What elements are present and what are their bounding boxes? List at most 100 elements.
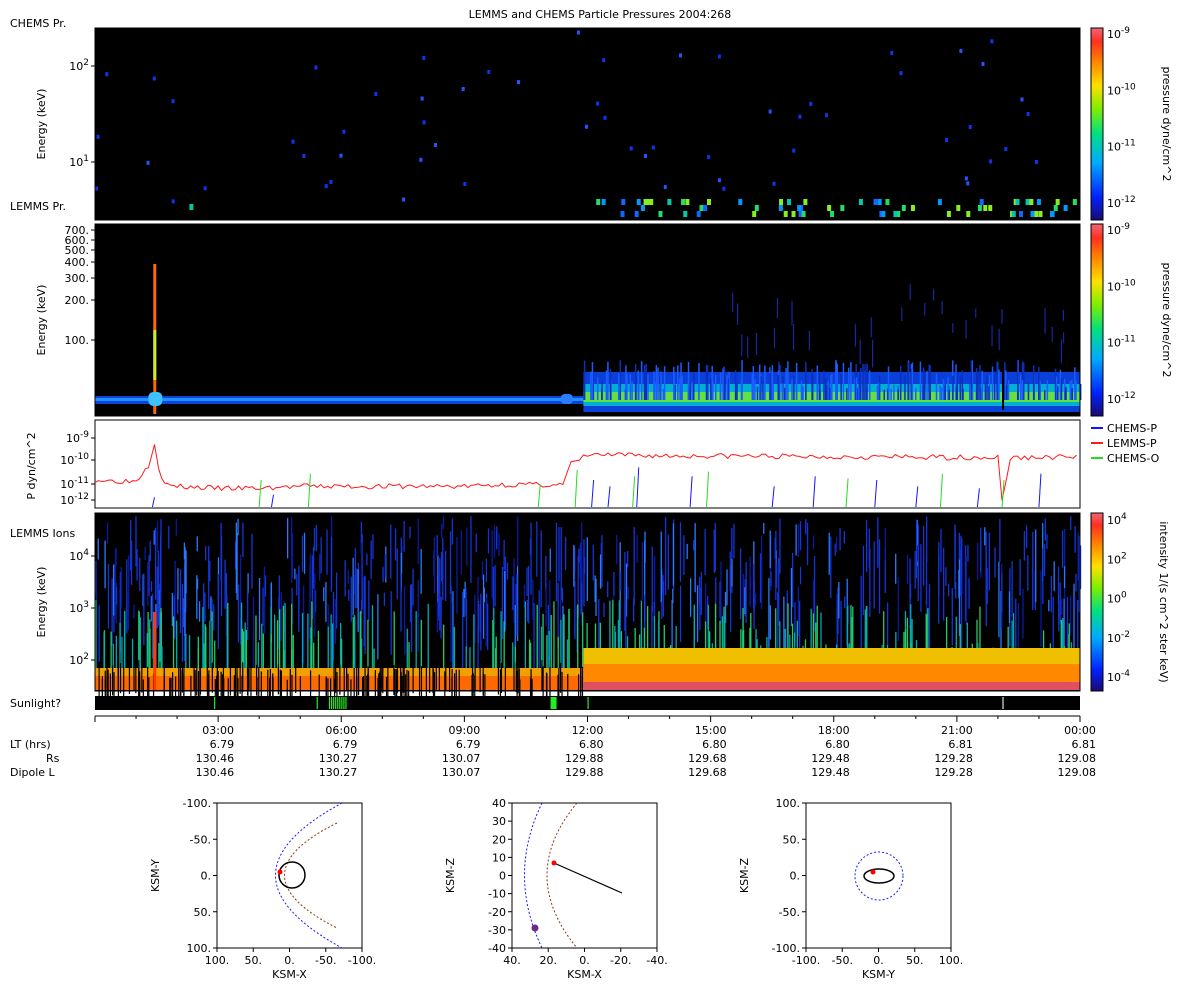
lemms-ions-streak: [366, 553, 368, 566]
chems-spectrogram-pixel: [651, 145, 655, 150]
rs-value: 129.88: [565, 752, 604, 765]
lemms-ions-streak: [251, 533, 253, 589]
chems-spectrogram-pixel: [964, 176, 968, 181]
lemms-ions-streak: [185, 550, 187, 594]
lemms-ions-streak: [984, 527, 986, 546]
lemms-ions-streak: [481, 561, 484, 581]
pressure-ytick-tick-label: 10-10: [60, 452, 89, 467]
lemms-pressure-streak: [948, 389, 951, 400]
lemms-pressure-streak: [924, 302, 926, 316]
chems-spectrogram-pixel: [679, 53, 683, 58]
chems-spectrogram-pixel: [601, 199, 606, 205]
lemms-ions-streak: [220, 522, 222, 582]
lemms-ions-streak: [530, 522, 532, 595]
chems-spectrogram-pixel: [203, 186, 207, 191]
lemms-ions-gap: [267, 669, 269, 700]
lt-value: 6.79: [456, 738, 481, 751]
lemms-pressure-streak: [736, 303, 739, 325]
chems-colorbar-tick: 10-9: [1107, 26, 1130, 41]
lemms-ions-gap: [558, 667, 560, 698]
chems-panel-label: CHEMS Pr.: [10, 17, 66, 30]
lemms-pressure-streak: [914, 388, 917, 400]
lemms-ions-streak: [558, 527, 560, 582]
lemms-pressure-ytick-tick-label: 400.: [65, 256, 90, 269]
chems-spectrogram-pixel: [803, 199, 808, 205]
lemms-pressure-streak: [864, 364, 866, 400]
lemms-ions-streak: [1001, 573, 1003, 613]
lemms-ions-streak: [311, 555, 313, 601]
chems-spectrogram-pixel: [646, 199, 651, 205]
lemms-ions-streak: [440, 596, 442, 639]
lemms-ions-streak: [599, 554, 602, 589]
lemms-ions-streak: [479, 603, 481, 632]
lemms-pressure-streak: [662, 388, 665, 400]
lemms-ions-streak: [928, 584, 931, 651]
lemms-ions-streak: [128, 555, 130, 609]
legend-entry: LEMMS-P: [1107, 437, 1157, 450]
lemms-ions-streak: [291, 532, 294, 578]
lemms-pressure-colorbar-ticks: 10-9 10-10 10-11 10-12: [1107, 222, 1136, 406]
lemms-ions-streak: [830, 536, 832, 598]
lemms-pressure-streak: [965, 319, 967, 339]
chems-spectrogram-pixel: [1072, 199, 1077, 205]
chems-spectrogram-pixel: [621, 199, 626, 205]
chems-spectrogram-pixel: [873, 199, 878, 205]
lemms-ions-streak: [797, 524, 800, 557]
lemms-pressure-streak: [726, 374, 728, 400]
lemms-ions-streak: [838, 582, 840, 619]
lemms-ions-streak: [410, 584, 413, 652]
chems-spectrogram-pixel: [787, 199, 792, 205]
chems-spectrogram-pixel: [1063, 205, 1068, 211]
lemms-pressure-streak: [741, 360, 743, 400]
lemms-pressure-streak: [991, 325, 993, 347]
lemms-ions-streak: [364, 575, 366, 654]
lemms-ions-gap: [147, 666, 149, 697]
lemms-ions-gap: [206, 661, 208, 692]
chems-spectrogram-pixel: [629, 146, 633, 151]
lemms-ions-streak: [133, 604, 135, 619]
sunlight-mark: [345, 697, 347, 709]
lemms-pressure-streak: [714, 374, 717, 400]
projection-marker: [531, 924, 539, 932]
lemms-pressure-streak: [583, 360, 586, 400]
ephemeris-table: LT (hrs) Rs Dipole L 03:006.79130.46130.…: [10, 715, 1096, 779]
chems-spectrogram-pixel: [620, 211, 625, 217]
lemms-pressure-streak: [859, 339, 861, 365]
lemms-ions-streak: [744, 587, 746, 615]
chems-spectrogram-pixel: [420, 96, 424, 101]
lemms-pressure-streak: [785, 368, 787, 400]
lemms-ions-streak: [356, 568, 358, 609]
lemms-pressure-streak: [791, 300, 793, 326]
chems-spectrogram-pixel: [644, 153, 648, 158]
lt-value: 6.80: [579, 738, 604, 751]
lemms-pressure-colorbar-tick: 10-12: [1107, 391, 1136, 406]
lemms-pressure-streak: [747, 336, 749, 358]
lemms-ions-gap: [364, 668, 366, 699]
lemms-pressure-streak: [734, 370, 737, 400]
lemms-ions-streak: [965, 556, 967, 626]
orbit-ytick-label: -40: [488, 942, 506, 955]
chems-spectrogram-pixel: [1038, 211, 1043, 217]
lemms-ions-streak: [503, 540, 505, 571]
lemms-ions-colorbar-ticks: 104 102 100 10-2 10-4: [1107, 512, 1130, 684]
chems-spectrogram-pixel: [314, 65, 318, 70]
lemms-ions-streak: [538, 590, 540, 670]
lemms-ions-gap: [248, 660, 250, 691]
lemms-ions-streak: [482, 574, 485, 639]
lemms-ions-streak: [760, 562, 763, 589]
lemms-pressure-streak: [901, 307, 903, 321]
chems-spectrogram-pixel: [738, 199, 743, 205]
lemms-ions-streak: [286, 518, 289, 559]
lemms-ions-streak: [895, 553, 897, 584]
lemms-ions-gap: [346, 660, 348, 691]
chems-yticks: 102 101: [69, 58, 95, 169]
lemms-ions-streak: [485, 558, 488, 583]
lemms-ions-streak: [999, 519, 1001, 562]
orbit-xtick-label: -20.: [610, 954, 631, 967]
lemms-pressure-streak: [952, 323, 954, 333]
chems-spectrogram-pixel: [959, 48, 963, 53]
lemms-ions-streak: [491, 530, 493, 599]
rs-value: 129.68: [688, 752, 727, 765]
lemms-ions-gap: [216, 661, 218, 692]
lemms-pressure-streak: [996, 361, 998, 400]
